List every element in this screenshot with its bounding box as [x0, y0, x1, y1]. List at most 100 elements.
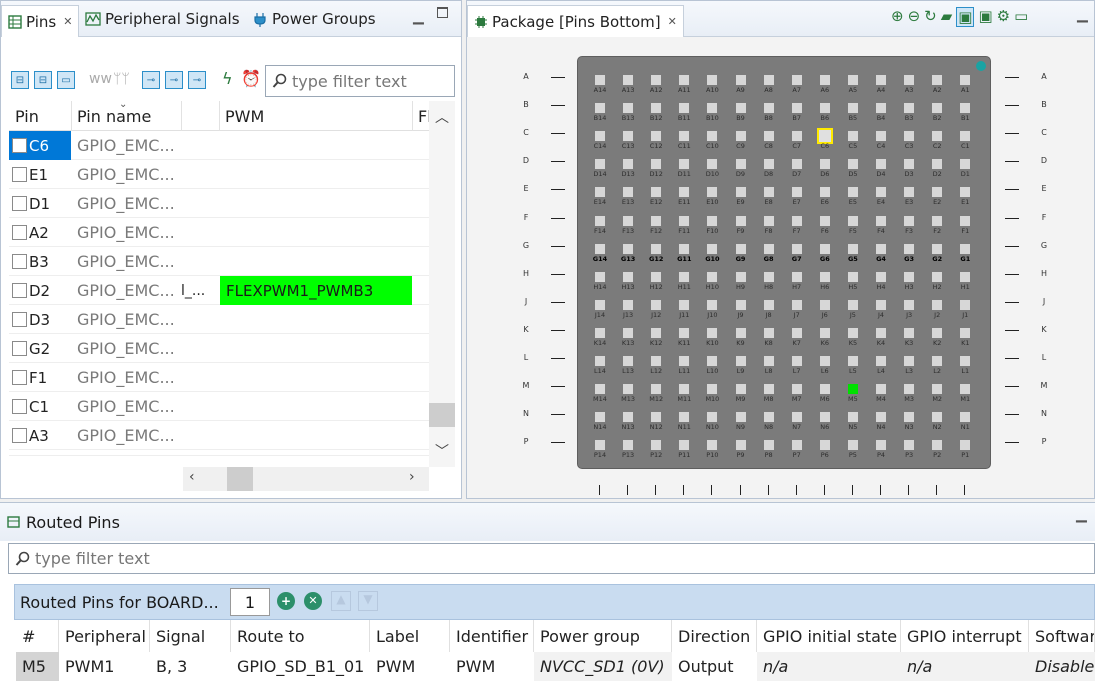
pin-h4[interactable] [876, 271, 886, 282]
pin-h7[interactable] [791, 271, 802, 282]
routed-col-header[interactable]: Direction [672, 620, 757, 652]
pin-e9[interactable] [735, 187, 746, 198]
pin-n11[interactable] [679, 412, 690, 423]
pin-f11[interactable] [679, 215, 690, 226]
pin-k12[interactable] [651, 327, 662, 338]
col-pin-name[interactable]: Pin name [77, 107, 151, 126]
pin-b4[interactable] [876, 103, 886, 114]
comb-icon[interactable]: ᛘᛘ [113, 71, 130, 87]
minimize-icon[interactable]: ▁ [413, 9, 424, 25]
routed-col-header[interactable]: # [16, 620, 59, 652]
pwm-cell[interactable] [220, 450, 412, 455]
pin-checkbox[interactable] [12, 312, 27, 327]
pin-cell[interactable]: D3 [9, 305, 71, 334]
pin-k6[interactable] [819, 327, 830, 338]
pin-h10[interactable] [707, 271, 718, 282]
pin-g10[interactable] [707, 243, 718, 254]
table-row[interactable]: A2 GPIO_EMC... [9, 218, 429, 247]
routed-cell[interactable]: NVCC_SD1 (0V) [534, 652, 672, 681]
table-row[interactable]: G2 GPIO_EMC... [9, 334, 429, 363]
pin-c3[interactable] [904, 131, 915, 142]
pin-checkbox[interactable] [12, 196, 27, 211]
add-row-icon[interactable]: + [277, 592, 295, 610]
pin-a1[interactable] [960, 75, 971, 85]
pin-d14[interactable] [595, 159, 605, 170]
table-row[interactable]: A3 GPIO_EMC... [9, 421, 429, 450]
pin-n7[interactable] [791, 412, 802, 423]
pin-p12[interactable] [651, 440, 662, 451]
pin-cell[interactable]: B4 [9, 450, 71, 455]
routed-cell[interactable]: n/a [757, 652, 901, 681]
pin-h3[interactable] [904, 271, 915, 282]
pin-g3[interactable] [904, 243, 915, 254]
settings-icon[interactable]: ⚙ [997, 7, 1010, 27]
pin-c8[interactable] [763, 131, 774, 142]
pin-h9[interactable] [735, 271, 746, 282]
pin-p13[interactable] [623, 440, 634, 451]
pin-f2[interactable] [932, 215, 943, 226]
pin-d1[interactable] [960, 159, 971, 170]
pin-j11[interactable] [679, 299, 690, 310]
pin-b10[interactable] [707, 103, 718, 114]
pin-a12[interactable] [651, 75, 662, 85]
chip-view-icon[interactable]: ▣ [978, 7, 992, 27]
pin-j5[interactable] [847, 299, 858, 310]
pin-e8[interactable] [763, 187, 774, 198]
col-pin[interactable]: Pin [15, 107, 39, 126]
pin-m10[interactable] [707, 384, 718, 395]
tab-pins[interactable]: Pins ✕ [1, 5, 80, 37]
pin-d9[interactable] [735, 159, 746, 170]
routed-cell[interactable]: Output [672, 652, 757, 681]
pwm-cell[interactable] [220, 363, 412, 392]
pin-n4[interactable] [876, 412, 886, 423]
pwm-cell[interactable] [220, 218, 412, 247]
pwm-cell[interactable] [220, 334, 412, 363]
pin-f9[interactable] [735, 215, 746, 226]
pin-p11[interactable] [679, 440, 690, 451]
pin-a6[interactable] [819, 75, 830, 85]
pin-n12[interactable] [651, 412, 662, 423]
pin-cell[interactable]: F1 [9, 363, 71, 392]
pin-k8[interactable] [763, 327, 774, 338]
pin-b13[interactable] [623, 103, 634, 114]
pin-h8[interactable] [763, 271, 774, 282]
pin-p14[interactable] [595, 440, 605, 451]
pin-f13[interactable] [623, 215, 634, 226]
pin-h1[interactable] [960, 271, 971, 282]
pin-c5[interactable] [847, 131, 858, 142]
pin-n6[interactable] [819, 412, 830, 423]
pin-k3[interactable] [904, 327, 915, 338]
pin-e12[interactable] [651, 187, 662, 198]
move-down-icon[interactable]: ▼ [358, 591, 378, 611]
pin-d8[interactable] [763, 159, 774, 170]
routed-cell[interactable]: n/a [901, 652, 1029, 681]
pin-b7[interactable] [791, 103, 802, 114]
pin-g9[interactable] [735, 243, 746, 254]
maximize-icon[interactable] [437, 7, 448, 18]
pin-m8[interactable] [763, 384, 774, 395]
pin-checkbox[interactable] [12, 254, 27, 269]
zoom-out-icon[interactable]: ⊖ [908, 7, 921, 27]
pin-a2[interactable] [932, 75, 943, 85]
pin-k13[interactable] [623, 327, 634, 338]
pin-h5[interactable] [847, 271, 858, 282]
pin-p3[interactable] [904, 440, 915, 451]
pin-cell[interactable]: G2 [9, 334, 71, 363]
pin-c7[interactable] [791, 131, 802, 142]
pin-g2[interactable] [932, 243, 943, 254]
pin-e1[interactable] [960, 187, 971, 198]
pin-f3[interactable] [904, 215, 915, 226]
pin-n2[interactable] [932, 412, 943, 423]
pin-n8[interactable] [763, 412, 774, 423]
scroll-up-icon[interactable]: ︿ [435, 107, 449, 127]
pin-b12[interactable] [651, 103, 662, 114]
table-row[interactable]: D3 GPIO_EMC... [9, 305, 429, 334]
pin-d11[interactable] [679, 159, 690, 170]
pin-g14[interactable] [595, 243, 605, 254]
route-out-icon[interactable]: ⊸ [165, 71, 183, 89]
pin-f12[interactable] [651, 215, 662, 226]
pin-cell[interactable]: A2 [9, 218, 71, 247]
pin-h14[interactable] [595, 271, 605, 282]
pin-l4[interactable] [876, 356, 886, 366]
pin-h2[interactable] [932, 271, 943, 282]
